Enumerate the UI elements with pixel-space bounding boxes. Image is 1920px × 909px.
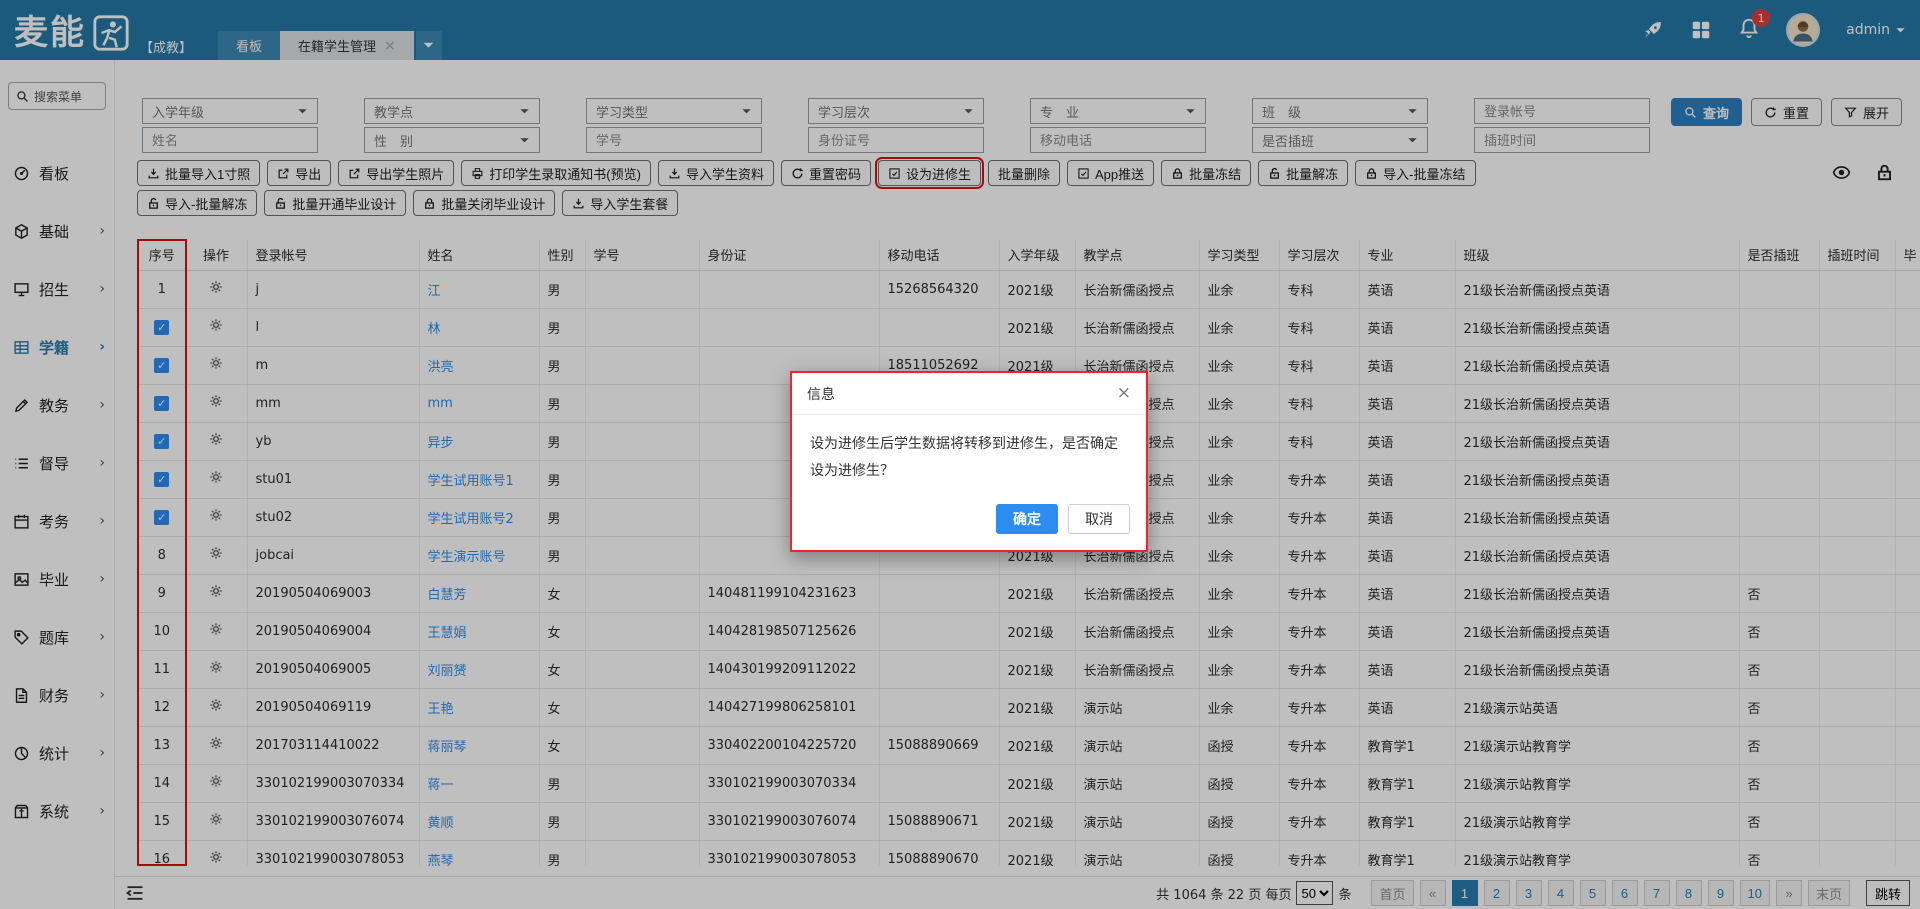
confirm-button[interactable]: 确定 (996, 504, 1058, 534)
modal-title: 信息 (807, 384, 835, 404)
modal-header: 信息 × (792, 373, 1146, 415)
cancel-button[interactable]: 取消 (1068, 504, 1130, 534)
modal-message: 设为进修生后学生数据将转移到进修生，是否确定设为进修生？ (792, 415, 1146, 492)
confirm-modal: 信息 × 设为进修生后学生数据将转移到进修生，是否确定设为进修生？ 确定 取消 (790, 371, 1148, 552)
close-icon[interactable]: × (1117, 385, 1131, 402)
modal-footer: 确定 取消 (792, 492, 1146, 550)
